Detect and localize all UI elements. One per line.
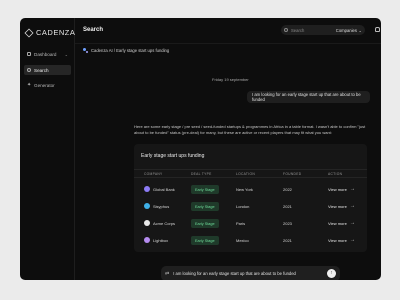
company-name: Lightbox <box>153 238 169 243</box>
table-title: Early stage start ups funding <box>141 153 205 159</box>
founded-cell: 2022 <box>283 187 292 192</box>
table-row: Acme Corps Early Stage Paris 2023 View m… <box>134 215 367 233</box>
location-cell: Paris <box>236 221 246 226</box>
view-more-link[interactable]: View more → <box>328 185 355 192</box>
deal-type-badge: Early Stage <box>191 219 219 228</box>
arrow-right-icon: → <box>349 219 355 226</box>
chevron-down-icon: ⌄ <box>358 27 362 33</box>
table-row: Global Bank Early Stage New York 2022 Vi… <box>134 181 367 199</box>
location-cell: Mexico <box>236 238 249 243</box>
breadcrumb-text: Cadenza AI / Early stage start ups fundi… <box>91 48 170 53</box>
sidebar-item-dashboard[interactable]: Dashboard ⌄ <box>24 49 71 59</box>
deal-type-badge: Early Stage <box>191 236 219 245</box>
column-header-deal-type: DEAL TYPE <box>191 171 212 176</box>
arrow-right-icon: → <box>349 185 355 192</box>
company-logo-icon <box>144 203 150 209</box>
page-title: Search <box>83 27 104 33</box>
arrow-up-icon: ↑ <box>330 270 333 276</box>
user-message-text: I am looking for an early stage start up… <box>252 92 361 102</box>
arrow-right-icon: → <box>349 202 355 209</box>
sidebar-item-label: Dashboard <box>34 51 57 57</box>
view-more-link[interactable]: View more → <box>328 219 355 226</box>
company-logo-icon <box>144 220 150 226</box>
search-input[interactable] <box>291 27 329 33</box>
table-row: Sisyphus Early Stage London 2021 View mo… <box>134 198 367 216</box>
column-header-company: COMPANY <box>144 171 163 176</box>
app-window: CADENZA Dashboard ⌄ Search ✦ Generator S… <box>20 18 381 280</box>
breadcrumb: Cadenza AI / Early stage start ups fundi… <box>83 48 169 53</box>
brand-logo[interactable]: CADENZA <box>24 27 76 38</box>
send-button[interactable]: ↑ <box>327 269 336 278</box>
swap-icon[interactable]: ⇄ <box>165 271 169 277</box>
view-more-label: View more <box>328 220 347 226</box>
deal-type-badge: Early Stage <box>191 185 219 194</box>
sidebar-item-generator[interactable]: ✦ Generator <box>24 80 71 90</box>
bell-icon[interactable] <box>375 27 380 32</box>
ai-sparkle-icon <box>83 48 88 53</box>
view-more-link[interactable]: View more → <box>328 236 355 243</box>
table-row: Lightbox Early Stage Mexico 2021 View mo… <box>134 232 367 250</box>
search-bar[interactable]: Companies ⌄ <box>281 25 365 35</box>
chevron-down-icon: ⌄ <box>64 51 68 57</box>
company-name: Acme Corps <box>153 221 176 226</box>
search-icon <box>284 28 288 32</box>
ai-response-text: Here are some early stage / pre seed / s… <box>134 124 366 135</box>
column-header-action: ACTION <box>328 171 343 176</box>
sparkle-icon: ✦ <box>27 82 32 88</box>
table-header: COMPANY DEAL TYPE LOCATION FOUNDED ACTIO… <box>134 169 367 178</box>
filter-label: Companies <box>335 27 357 33</box>
view-more-label: View more <box>328 203 347 209</box>
sidebar-item-label: Generator <box>34 82 55 88</box>
founded-cell: 2021 <box>283 238 292 243</box>
results-table-card: Early stage start ups funding COMPANY DE… <box>134 144 367 252</box>
message-composer[interactable]: ⇄ I am looking for an early stage start … <box>161 266 340 280</box>
view-more-label: View more <box>328 186 347 192</box>
search-icon <box>27 68 31 72</box>
logo-icon <box>24 27 34 38</box>
company-name: Sisyphus <box>153 204 170 209</box>
company-name: Global Bank <box>153 187 175 192</box>
column-header-location: LOCATION <box>236 171 256 176</box>
arrow-right-icon: → <box>349 236 355 243</box>
composer-input-text[interactable]: I am looking for an early stage start up… <box>173 271 296 276</box>
column-header-founded: FOUNDED <box>283 171 302 176</box>
companies-filter-dropdown[interactable]: Companies ⌄ <box>336 28 362 33</box>
sidebar-item-search[interactable]: Search <box>24 65 71 75</box>
location-cell: London <box>236 204 250 209</box>
company-logo-icon <box>144 237 150 243</box>
deal-type-badge: Early Stage <box>191 202 219 211</box>
sidebar-item-label: Search <box>34 67 49 73</box>
company-logo-icon <box>144 186 150 192</box>
view-more-label: View more <box>328 237 347 243</box>
view-more-link[interactable]: View more → <box>328 202 355 209</box>
founded-cell: 2023 <box>283 221 292 226</box>
top-bar: Search Companies ⌄ <box>75 18 381 44</box>
brand-name: CADENZA <box>36 28 76 37</box>
sidebar: CADENZA Dashboard ⌄ Search ✦ Generator <box>20 18 75 280</box>
chat-date: Friday 19 september <box>212 77 249 82</box>
founded-cell: 2021 <box>283 204 292 209</box>
grid-icon <box>27 52 31 56</box>
location-cell: New York <box>236 187 253 192</box>
user-message-bubble: I am looking for an early stage start up… <box>247 91 370 103</box>
